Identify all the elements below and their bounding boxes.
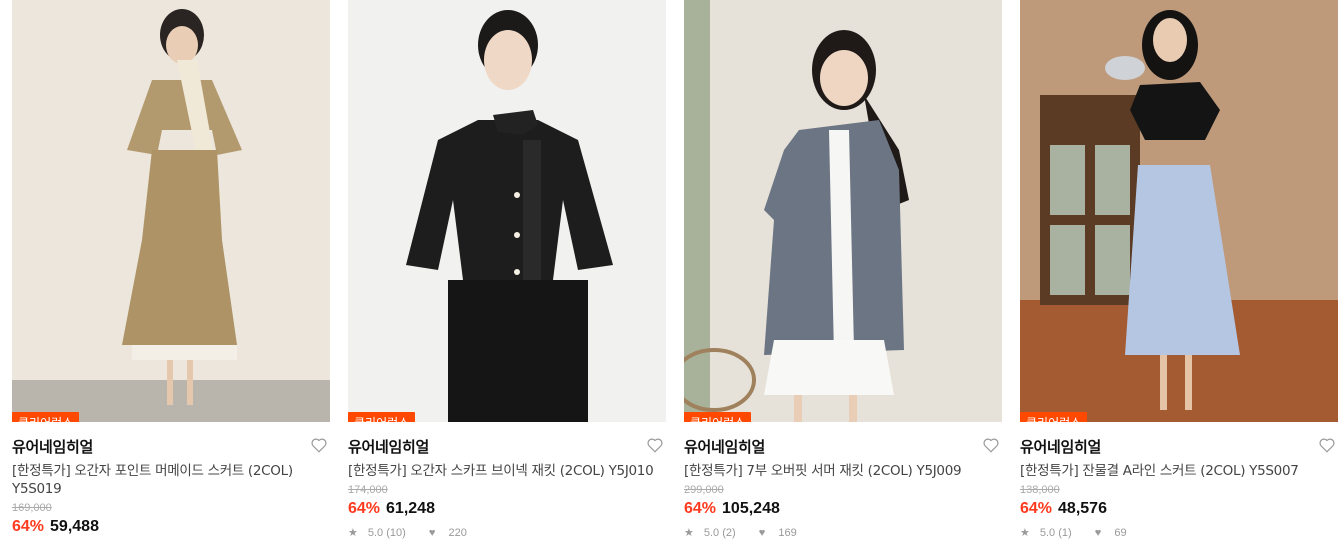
likes: ♥ 69	[1094, 527, 1127, 539]
original-price: 169,000	[12, 502, 52, 514]
clearance-badge: 클리어런스	[348, 412, 416, 422]
heart-icon[interactable]	[982, 436, 1000, 454]
heart-small-icon: ♥	[1094, 527, 1102, 539]
star-icon: ★	[348, 527, 358, 539]
product-title[interactable]: [한정특가] 오간자 스카프 브이넥 재킷 (2COL) Y5J010	[348, 462, 666, 480]
discount-rate: 64%	[684, 500, 717, 517]
sale-price: 48,576	[1058, 500, 1107, 517]
clearance-badge: 클리어런스	[12, 412, 80, 422]
rating: ★ 5.0 (1)	[1020, 527, 1072, 539]
product-title[interactable]: [한정특가] 7부 오버핏 서머 재킷 (2COL) Y5J009	[684, 462, 1002, 480]
product-title[interactable]: [한정특가] 잔물결 A라인 스커트 (2COL) Y5S007	[1020, 462, 1338, 480]
product-image[interactable]: 클리어런스	[12, 0, 330, 422]
product-card[interactable]: 클리어런스 유어네임히얼 [한정특가] 잔물결 A라인 스커트 (2COL) Y…	[1020, 0, 1338, 539]
heart-icon[interactable]	[1318, 436, 1336, 454]
heart-small-icon: ♥	[428, 527, 436, 539]
heart-icon[interactable]	[646, 436, 664, 454]
star-icon: ★	[684, 527, 694, 539]
product-card[interactable]: 클리어런스 유어네임히얼 [한정특가] 7부 오버핏 서머 재킷 (2COL) …	[684, 0, 1002, 539]
product-title[interactable]: [한정특가] 오간자 포인트 머메이드 스커트 (2COL) Y5S019	[12, 462, 330, 498]
original-price: 299,000	[684, 484, 724, 496]
discount-rate: 64%	[1020, 500, 1053, 517]
sale-price: 59,488	[50, 518, 99, 535]
brand-name[interactable]: 유어네임히얼	[348, 436, 666, 456]
likes: ♥ 220	[428, 527, 467, 539]
star-icon: ★	[1020, 527, 1030, 539]
product-image[interactable]: 클리어런스	[1020, 0, 1338, 422]
product-card[interactable]: 클리어런스 유어네임히얼 [한정특가] 오간자 스카프 브이넥 재킷 (2COL…	[348, 0, 666, 539]
brand-name[interactable]: 유어네임히얼	[684, 436, 1002, 456]
brand-name[interactable]: 유어네임히얼	[12, 436, 330, 456]
clearance-badge: 클리어런스	[684, 412, 752, 422]
brand-name[interactable]: 유어네임히얼	[1020, 436, 1338, 456]
product-image[interactable]: 클리어런스	[684, 0, 1002, 422]
sale-price: 61,248	[386, 500, 435, 517]
product-card[interactable]: 클리어런스 유어네임히얼 [한정특가] 오간자 포인트 머메이드 스커트 (2C…	[12, 0, 330, 540]
heart-icon[interactable]	[310, 436, 328, 454]
discount-rate: 64%	[348, 500, 381, 517]
discount-rate: 64%	[12, 518, 45, 535]
original-price: 138,000	[1020, 484, 1060, 496]
sale-price: 105,248	[722, 500, 780, 517]
clearance-badge: 클리어런스	[1020, 412, 1088, 422]
rating: ★ 5.0 (2)	[684, 527, 736, 539]
rating: ★ 5.0 (10)	[348, 527, 406, 539]
original-price: 174,000	[348, 484, 388, 496]
heart-small-icon: ♥	[758, 527, 766, 539]
product-image[interactable]: 클리어런스	[348, 0, 666, 422]
likes: ♥ 169	[758, 527, 797, 539]
